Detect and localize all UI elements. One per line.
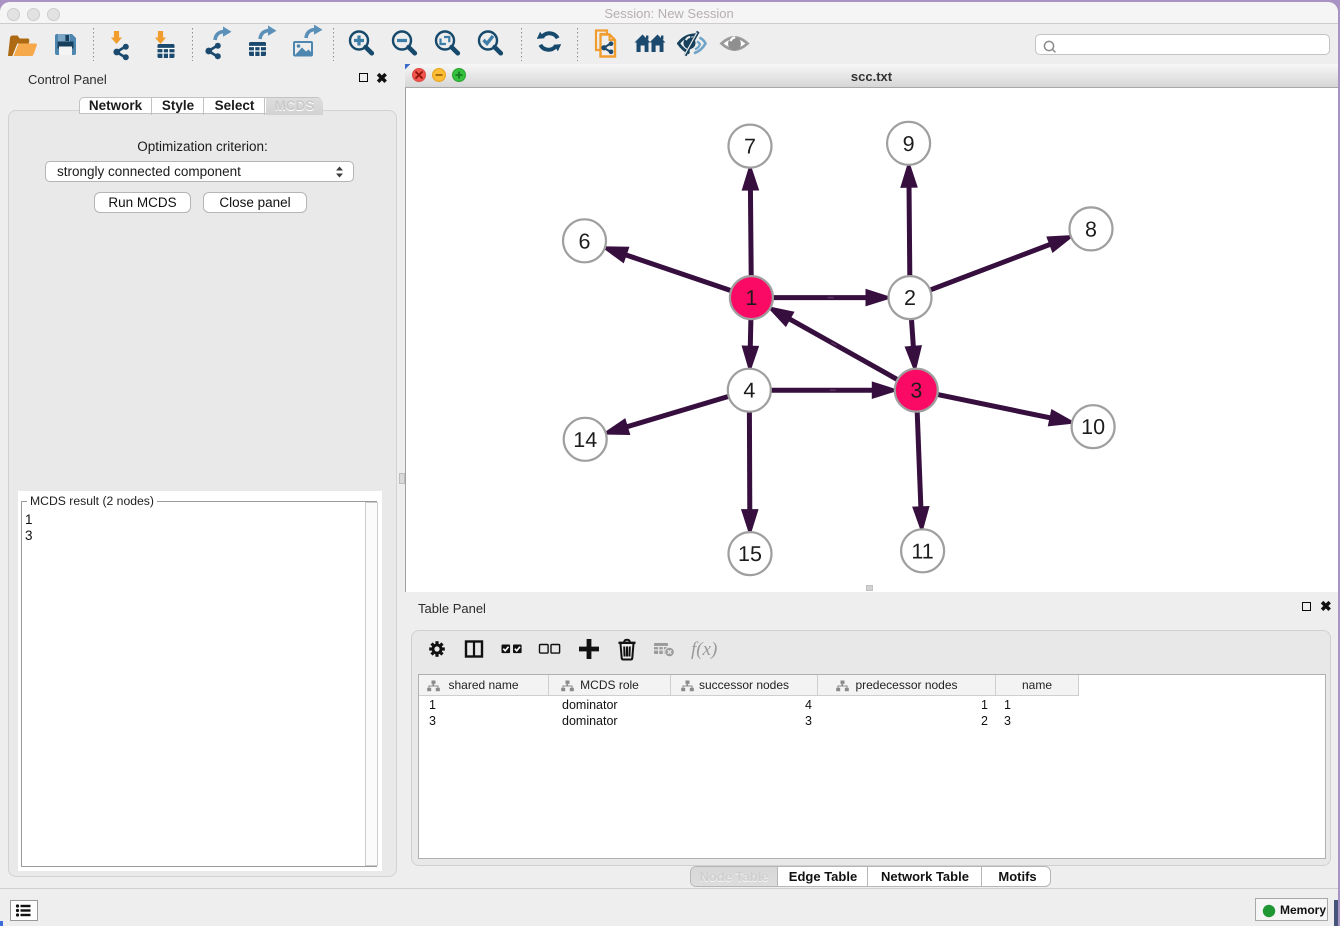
svg-text:3: 3 (910, 379, 922, 403)
svg-text:6: 6 (579, 229, 591, 253)
svg-text:10: 10 (1081, 415, 1105, 439)
svg-text:8: 8 (1085, 217, 1097, 241)
svg-text:f(x): f(x) (691, 639, 717, 660)
svg-text:2: 2 (904, 286, 916, 310)
svg-text:7: 7 (744, 135, 756, 159)
svg-text:4: 4 (743, 379, 755, 403)
svg-text:1: 1 (745, 286, 757, 310)
svg-text:11: 11 (911, 539, 933, 563)
svg-text:9: 9 (903, 132, 915, 156)
svg-text:15: 15 (738, 542, 762, 566)
svg-text:14: 14 (573, 428, 597, 452)
